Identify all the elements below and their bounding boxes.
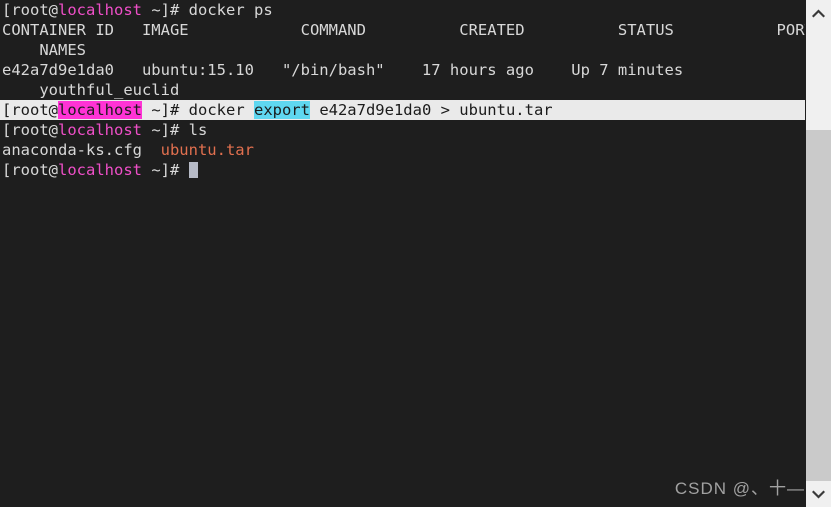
text-segment-default: ~]# docker bbox=[142, 101, 254, 119]
line-prompt-docker-export: [root@localhost ~]# docker export e42a7d… bbox=[0, 100, 805, 120]
terminal-screen[interactable]: [root@localhost ~]# docker ps CONTAINER I… bbox=[0, 0, 805, 507]
line-table-row: e42a7d9e1da0 ubuntu:15.10 "/bin/bash" 17… bbox=[0, 60, 805, 80]
scrollbar-track[interactable] bbox=[806, 26, 831, 481]
text-segment-default: [root@ bbox=[2, 1, 58, 19]
text-segment-default: ~]# bbox=[142, 161, 189, 179]
line-prompt-cursor: [root@localhost ~]# bbox=[0, 160, 805, 180]
terminal-output: [root@localhost ~]# docker ps CONTAINER I… bbox=[0, 0, 805, 180]
line-table-header: CONTAINER ID IMAGE COMMAND CREATED STATU… bbox=[0, 20, 805, 40]
text-segment-file-archive: ubuntu.tar bbox=[160, 141, 254, 159]
text-segment-default: anaconda-ks.cfg bbox=[2, 141, 161, 159]
text-segment-default: e42a7d9e1da0 ubuntu:15.10 "/bin/bash" 17… bbox=[2, 61, 684, 79]
text-segment-default: [root@ bbox=[2, 101, 58, 119]
vertical-scrollbar[interactable] bbox=[805, 0, 831, 507]
line-table-header-names: NAMES bbox=[0, 40, 805, 60]
chevron-down-icon bbox=[812, 489, 825, 499]
scroll-up-button[interactable] bbox=[806, 0, 831, 26]
text-segment-host: localhost bbox=[58, 101, 142, 119]
csdn-watermark: CSDN @、十— bbox=[674, 479, 805, 498]
text-segment-default: youthful_euclid bbox=[2, 81, 180, 99]
text-segment-default: ~]# docker ps bbox=[142, 1, 273, 19]
line-prompt-docker-ps: [root@localhost ~]# docker ps bbox=[0, 0, 805, 20]
text-segment-host: localhost bbox=[58, 121, 142, 139]
line-table-row-names: youthful_euclid bbox=[0, 80, 805, 100]
scrollbar-thumb[interactable] bbox=[806, 26, 831, 130]
scroll-down-button[interactable] bbox=[806, 481, 831, 507]
line-ls-output: anaconda-ks.cfg ubuntu.tar bbox=[0, 140, 805, 160]
text-segment-default: [root@ bbox=[2, 121, 58, 139]
text-segment-default: ~]# ls bbox=[142, 121, 208, 139]
text-cursor bbox=[188, 162, 198, 178]
text-segment-host: localhost bbox=[58, 161, 142, 179]
terminal-window: [root@localhost ~]# docker ps CONTAINER I… bbox=[0, 0, 831, 507]
text-segment-default: [root@ bbox=[2, 161, 58, 179]
text-segment-keyword: export bbox=[253, 101, 310, 119]
line-prompt-ls: [root@localhost ~]# ls bbox=[0, 120, 805, 140]
text-segment-host: localhost bbox=[58, 1, 142, 19]
chevron-up-icon bbox=[812, 8, 825, 18]
text-segment-default: NAMES bbox=[2, 41, 86, 59]
text-segment-default: e42a7d9e1da0 > ubuntu.tar bbox=[309, 101, 553, 119]
text-segment-default: CONTAINER ID IMAGE COMMAND CREATED STATU… bbox=[2, 21, 805, 39]
